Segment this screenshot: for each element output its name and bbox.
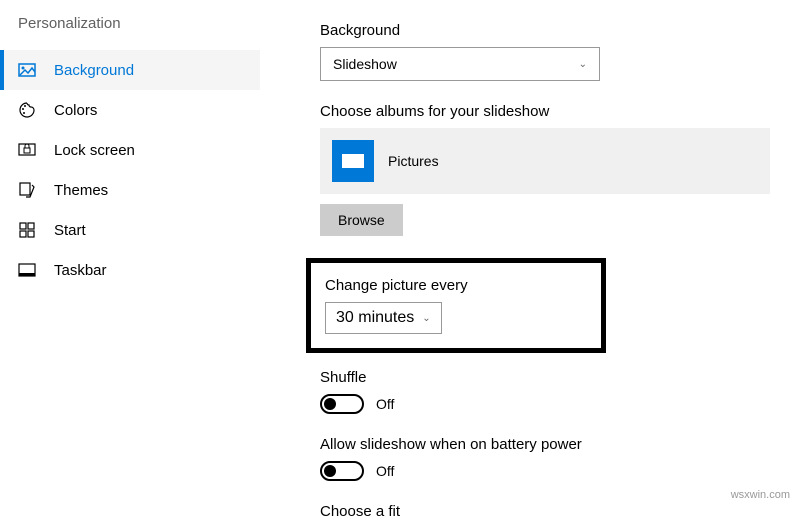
background-label: Background xyxy=(320,22,780,39)
toggle-knob xyxy=(324,398,336,410)
folder-thumb-icon xyxy=(332,140,374,182)
chevron-down-icon: ⌄ xyxy=(579,59,587,70)
sidebar-item-themes[interactable]: Themes xyxy=(0,170,260,210)
picture-icon xyxy=(18,61,36,79)
toggle-knob xyxy=(324,465,336,477)
album-item[interactable]: Pictures xyxy=(320,128,770,194)
album-name: Pictures xyxy=(388,153,439,169)
shuffle-label: Shuffle xyxy=(320,369,780,386)
sidebar-item-colors[interactable]: Colors xyxy=(0,90,260,130)
sidebar-title: Personalization xyxy=(0,15,260,50)
interval-label: Change picture every xyxy=(325,277,587,294)
select-value: Slideshow xyxy=(333,56,397,72)
lockscreen-icon xyxy=(18,141,36,159)
start-icon xyxy=(18,221,36,239)
sidebar-item-lockscreen[interactable]: Lock screen xyxy=(0,130,260,170)
sidebar-item-start[interactable]: Start xyxy=(0,210,260,250)
browse-button[interactable]: Browse xyxy=(320,204,403,236)
sidebar-item-label: Background xyxy=(54,62,134,79)
main-panel: Background Slideshow ⌄ Choose albums for… xyxy=(260,0,800,507)
toggle-state: Off xyxy=(376,463,394,479)
chevron-down-icon: ⌄ xyxy=(422,313,430,324)
toggle-state: Off xyxy=(376,396,394,412)
taskbar-icon xyxy=(18,261,36,279)
themes-icon xyxy=(18,181,36,199)
sidebar-item-background[interactable]: Background xyxy=(0,50,260,90)
sidebar-item-label: Colors xyxy=(54,102,97,119)
sidebar-item-label: Themes xyxy=(54,182,108,199)
sidebar: Personalization Background Colors Lock s… xyxy=(0,0,260,507)
background-select[interactable]: Slideshow ⌄ xyxy=(320,47,600,81)
watermark: wsxwin.com xyxy=(731,489,790,501)
albums-label: Choose albums for your slideshow xyxy=(320,103,780,120)
sidebar-item-label: Taskbar xyxy=(54,262,107,279)
interval-select[interactable]: 30 minutes ⌄ xyxy=(325,302,442,334)
battery-toggle[interactable] xyxy=(320,461,364,481)
sidebar-item-taskbar[interactable]: Taskbar xyxy=(0,250,260,290)
shuffle-toggle[interactable] xyxy=(320,394,364,414)
fit-label: Choose a fit xyxy=(320,503,780,520)
highlighted-section: Change picture every 30 minutes ⌄ xyxy=(306,258,606,353)
sidebar-item-label: Start xyxy=(54,222,86,239)
palette-icon xyxy=(18,101,36,119)
select-value: 30 minutes xyxy=(336,309,414,327)
battery-label: Allow slideshow when on battery power xyxy=(320,436,780,453)
sidebar-item-label: Lock screen xyxy=(54,142,135,159)
